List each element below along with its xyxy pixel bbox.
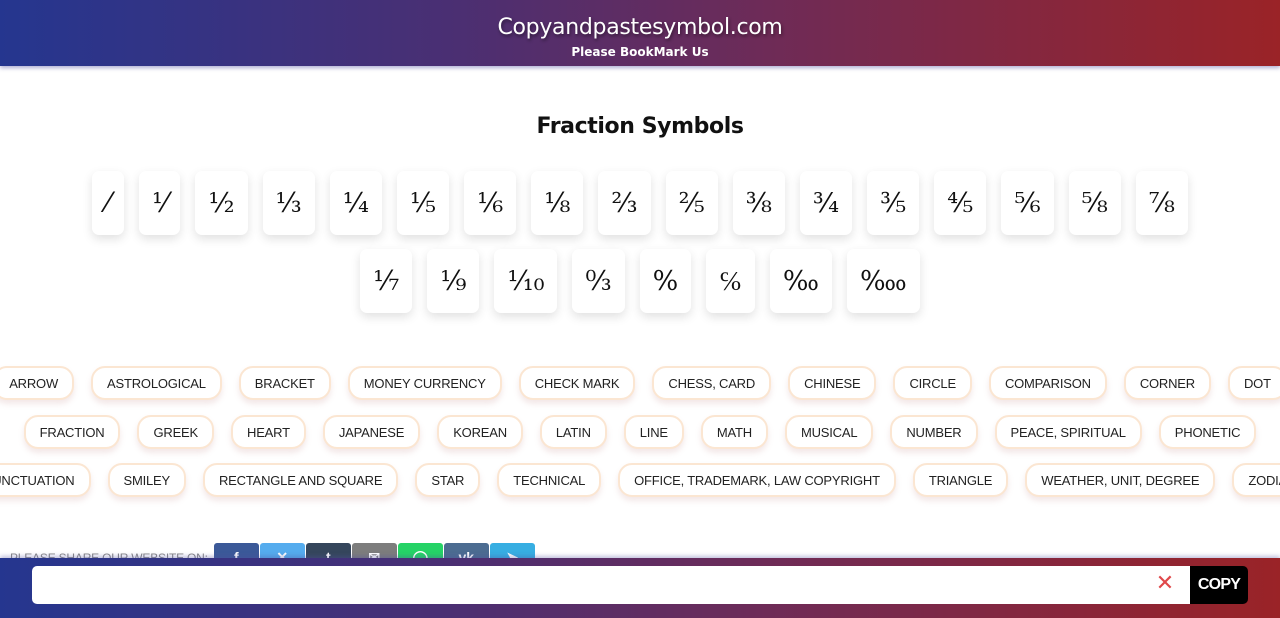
category-button-number[interactable]: NUMBER (890, 415, 978, 449)
symbol-tile[interactable]: ⅝ (1068, 171, 1121, 235)
category-button-fraction[interactable]: FRACTION (23, 415, 121, 449)
symbol-tile[interactable]: ⅐ (360, 249, 413, 313)
category-row-2: FRACTION GREEK HEART JAPANESE KOREAN LATIN LIN… (0, 415, 1280, 449)
copy-bar: ✕ COPY (0, 558, 1280, 618)
symbol-tile[interactable]: ‰ (769, 249, 833, 313)
category-button-bracket[interactable]: BRACKET (238, 366, 331, 400)
site-title[interactable]: Copyandpastesymbol.com (0, 0, 1280, 42)
symbol-tile[interactable]: % (639, 249, 692, 313)
symbol-tile[interactable]: ⅒ (494, 249, 558, 313)
category-button-corner[interactable]: CORNER (1123, 366, 1211, 400)
page-title: Fraction Symbols (536, 114, 744, 139)
symbol-tile[interactable]: ⅑ (427, 249, 480, 313)
symbol-tile[interactable]: ⅟ (139, 171, 181, 235)
symbol-tile[interactable]: ‱ (847, 249, 920, 313)
site-header: Copyandpastesymbol.com Please BookMark U… (0, 0, 1280, 66)
copy-input[interactable] (32, 566, 1192, 604)
symbol-tile[interactable]: ⅛ (531, 171, 584, 235)
symbol-tile[interactable]: ⅓ (262, 171, 315, 235)
category-button-comparison[interactable]: COMPARISON (988, 366, 1107, 400)
category-button-korean[interactable]: KOREAN (437, 415, 523, 449)
symbol-tile[interactable]: ⅗ (867, 171, 920, 235)
symbol-grid-row-2: ⅐ ⅑ ⅒ ↉% ℅ ‰ ‱ (0, 249, 1280, 313)
category-button-greek[interactable]: GREEK (137, 415, 214, 449)
category-button-musical[interactable]: MUSICAL (784, 415, 874, 449)
category-button-rectangle-and-square[interactable]: RECTANGLE AND SQUARE (202, 463, 399, 497)
category-button-check-mark[interactable]: CHECK MARK (518, 366, 636, 400)
symbol-tile[interactable]: ℅ (706, 249, 755, 313)
category-button-star[interactable]: STAR (415, 463, 481, 497)
symbol-tile[interactable]: ⁄ (92, 171, 125, 235)
category-button-japanese[interactable]: JAPANESE (322, 415, 421, 449)
symbol-tile[interactable]: ½ (195, 171, 248, 235)
copy-button[interactable]: COPY (1190, 566, 1248, 604)
symbol-grid-row-1: ⁄ ⅟ ½ ⅓ ¼ ⅕ ⅙ ⅛ ⅔ ⅖ ⅜ ¾ ⅗ ⅘ ⅚ ⅝ ⅞ (0, 171, 1280, 235)
category-row-3: PUNCTUATION SMILEY RECTANGLE AND SQUARE STA… (0, 463, 1280, 497)
symbol-tile[interactable]: ↉ (572, 249, 625, 313)
category-button-chinese[interactable]: CHINESE (788, 366, 877, 400)
symbol-tile[interactable]: ⅔ (598, 171, 651, 235)
bookmark-tagline: Please BookMark Us (571, 45, 709, 59)
category-button-zodiac[interactable]: ZODIAC (1232, 463, 1280, 497)
symbol-tile[interactable]: ¼ (329, 171, 382, 235)
category-button-arrow[interactable]: ARROW (0, 366, 75, 400)
category-button-circle[interactable]: CIRCLE (893, 366, 972, 400)
symbol-tile[interactable]: ⅘ (934, 171, 987, 235)
category-button-punctuation[interactable]: PUNCTUATION (0, 463, 91, 497)
symbol-tile[interactable]: ⅖ (665, 171, 718, 235)
category-button-dot[interactable]: DOT (1227, 366, 1280, 400)
category-button-astrological[interactable]: ASTROLOGICAL (91, 366, 222, 400)
category-button-phonetic[interactable]: PHONETIC (1158, 415, 1257, 449)
category-button-peace-spiritual[interactable]: PEACE, SPIRITUAL (994, 415, 1142, 449)
symbol-tile[interactable]: ⅙ (464, 171, 517, 235)
category-button-heart[interactable]: HEART (231, 415, 306, 449)
symbol-tile[interactable]: ⅞ (1135, 171, 1188, 235)
category-button-office-trademark-law-copyright[interactable]: OFFICE, TRADEMARK, LAW COPYRIGHT (618, 463, 896, 497)
category-button-technical[interactable]: TECHNICAL (497, 463, 602, 497)
category-button-latin[interactable]: LATIN (539, 415, 607, 449)
category-button-money-currency[interactable]: MONEY CURRENCY (347, 366, 502, 400)
category-button-weather-unit-degree[interactable]: WEATHER, UNIT, DEGREE (1025, 463, 1216, 497)
symbol-tile[interactable]: ⅜ (732, 171, 785, 235)
symbol-tile[interactable]: ¾ (799, 171, 853, 235)
symbol-tile[interactable]: ⅚ (1001, 171, 1054, 235)
category-button-line[interactable]: LINE (623, 415, 684, 449)
category-button-smiley[interactable]: SMILEY (107, 463, 186, 497)
category-row-1: ARROW ASTROLOGICAL BRACKET MONEY CURRENCY CH… (0, 366, 1280, 400)
category-button-math[interactable]: MATH (700, 415, 768, 449)
clear-icon[interactable]: ✕ (1152, 570, 1178, 598)
category-button-chess-card[interactable]: CHESS, CARD (652, 366, 772, 400)
category-button-triangle[interactable]: TRIANGLE (912, 463, 1009, 497)
symbol-tile[interactable]: ⅕ (396, 171, 450, 235)
